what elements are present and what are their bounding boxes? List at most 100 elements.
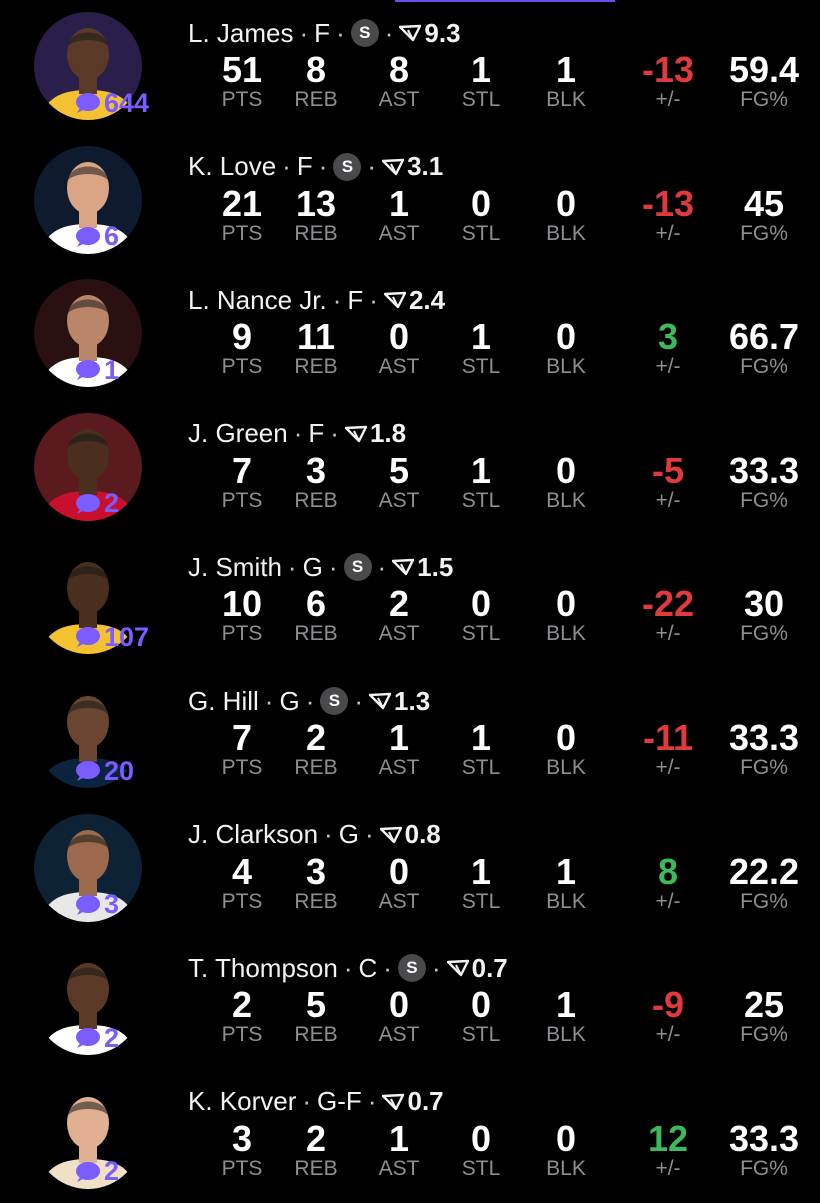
stat-pts-value: 4 bbox=[231, 850, 253, 892]
starter-badge: S bbox=[397, 954, 426, 983]
comment-bubble-icon bbox=[76, 1028, 100, 1049]
player-rating: 0.8 bbox=[379, 819, 441, 850]
stat-reb: 11 REB bbox=[276, 315, 356, 379]
stat-stl: 0 STL bbox=[441, 1117, 521, 1181]
stat-fg-value: 59.4 bbox=[728, 49, 800, 90]
stat-reb: 8 REB bbox=[276, 48, 356, 112]
stat-fg-label: FG% bbox=[740, 1156, 788, 1180]
comment-count[interactable]: 107 bbox=[74, 620, 149, 654]
player-row[interactable]: 644 L. James · F · S · 9.3 51 PTS 8 REB … bbox=[0, 0, 820, 134]
stat-pts: 51 PTS bbox=[202, 48, 282, 112]
stat-blk-label: BLK bbox=[546, 1156, 586, 1180]
player-row[interactable]: 6 K. Love · F · S · 3.1 21 PTS 13 REB 1 … bbox=[0, 134, 820, 268]
stat-ast-value: 0 bbox=[388, 984, 410, 1026]
comment-count[interactable]: 2 bbox=[74, 487, 119, 521]
stat-ast: 8 AST bbox=[359, 48, 439, 112]
stat-pts: 7 PTS bbox=[202, 449, 282, 513]
stat-blk: 1 BLK bbox=[526, 850, 606, 914]
comment-bubble-icon bbox=[76, 226, 100, 247]
stat-stl-label: STL bbox=[461, 355, 501, 379]
comment-count[interactable]: 1 bbox=[74, 353, 119, 387]
stat-ast-label: AST bbox=[378, 1023, 420, 1047]
player-header: L. James · F · S · 9.3 bbox=[188, 15, 461, 51]
stat-pts-value: 9 bbox=[231, 316, 253, 358]
stat-blk-label: BLK bbox=[546, 88, 586, 111]
stat-pm: -13 +/- bbox=[618, 182, 718, 246]
stat-pm: -13 +/- bbox=[618, 48, 718, 112]
player-row[interactable]: 2 T. Thompson · C · S · 0.7 2 PTS 5 REB … bbox=[0, 935, 820, 1069]
player-header: J. Clarkson · G · 0.8 bbox=[188, 817, 441, 853]
stat-reb-label: REB bbox=[294, 88, 338, 111]
comment-count[interactable]: 3 bbox=[74, 888, 119, 922]
player-row[interactable]: 107 J. Smith · G · S · 1.5 10 PTS 6 REB … bbox=[0, 534, 820, 668]
player-row[interactable]: 2 J. Green · F · 1.8 7 PTS 3 REB 5 AST 1… bbox=[0, 401, 820, 535]
rating-icon bbox=[344, 425, 367, 442]
stat-reb-value: 5 bbox=[305, 984, 327, 1026]
stat-pts-label: PTS bbox=[221, 1156, 263, 1180]
player-name: K. Korver bbox=[188, 1086, 297, 1117]
player-name: J. Clarkson bbox=[188, 819, 319, 850]
stat-pm: 8 +/- bbox=[618, 850, 718, 914]
stat-reb-label: REB bbox=[294, 1023, 338, 1047]
player-rating: 9.3 bbox=[399, 18, 461, 49]
comment-bubble-icon bbox=[76, 360, 100, 381]
stat-pts: 10 PTS bbox=[202, 582, 282, 646]
separator-dot: · bbox=[383, 952, 392, 983]
separator-dot: · bbox=[324, 819, 333, 850]
stat-stl: 0 STL bbox=[441, 983, 521, 1047]
stat-reb-value: 8 bbox=[305, 49, 327, 90]
stat-pm-value: -9 bbox=[651, 984, 684, 1026]
player-name: K. Love bbox=[188, 151, 277, 182]
stat-pm-value: -11 bbox=[642, 717, 694, 758]
stat-pm-value: 12 bbox=[647, 1117, 689, 1159]
player-row[interactable]: 1 L. Nance Jr. · F · 2.4 9 PTS 11 REB 0 … bbox=[0, 267, 820, 401]
stat-ast-label: AST bbox=[378, 355, 420, 379]
comment-count[interactable]: 6 bbox=[74, 220, 119, 254]
stat-ast: 2 AST bbox=[359, 582, 439, 646]
player-row[interactable]: 20 G. Hill · G · S · 1.3 7 PTS 2 REB 1 A… bbox=[0, 668, 820, 802]
separator-dot: · bbox=[318, 151, 328, 182]
player-header: K. Love · F · S · 3.1 bbox=[188, 149, 443, 185]
stat-pts-value: 10 bbox=[221, 583, 263, 625]
stat-reb-value: 11 bbox=[296, 316, 336, 358]
player-row[interactable]: 3 J. Clarkson · G · 0.8 4 PTS 3 REB 0 AS… bbox=[0, 802, 820, 936]
rating-icon bbox=[382, 1093, 405, 1110]
player-row[interactable]: 2 K. Korver · G-F · 0.7 3 PTS 2 REB 1 AS… bbox=[0, 1069, 820, 1203]
comment-count[interactable]: 2 bbox=[74, 1021, 119, 1055]
player-name: J. Green bbox=[188, 418, 288, 449]
stat-stl-label: STL bbox=[461, 88, 501, 111]
stat-blk-label: BLK bbox=[546, 1023, 586, 1047]
stat-pm: 12 +/- bbox=[618, 1117, 718, 1181]
comment-count[interactable]: 20 bbox=[74, 754, 134, 788]
stat-blk-label: BLK bbox=[546, 889, 586, 913]
stat-ast-value: 1 bbox=[388, 1117, 410, 1159]
stat-ast-value: 2 bbox=[388, 583, 410, 625]
stat-pm-value: 3 bbox=[657, 316, 679, 358]
stat-pm: -11 +/- bbox=[618, 716, 718, 780]
stat-fg-value: 45 bbox=[743, 182, 785, 224]
stat-pts-value: 7 bbox=[231, 449, 253, 491]
stat-blk: 0 BLK bbox=[526, 1117, 606, 1181]
stat-pm: -22 +/- bbox=[618, 582, 718, 646]
starter-badge: S bbox=[333, 152, 362, 181]
stat-reb: 6 REB bbox=[276, 582, 356, 646]
stat-ast: 5 AST bbox=[359, 449, 439, 513]
comment-count[interactable]: 2 bbox=[74, 1155, 119, 1189]
stat-reb-label: REB bbox=[294, 488, 338, 512]
stat-stl-value: 1 bbox=[470, 49, 492, 90]
stat-pm: 3 +/- bbox=[618, 315, 718, 379]
separator-dot: · bbox=[367, 151, 377, 182]
stat-ast: 1 AST bbox=[359, 716, 439, 780]
comment-count[interactable]: 644 bbox=[74, 86, 149, 120]
stat-pm: -5 +/- bbox=[618, 449, 718, 513]
player-header: J. Green · F · 1.8 bbox=[188, 416, 406, 452]
rating-icon bbox=[446, 959, 469, 977]
stat-ast: 0 AST bbox=[359, 315, 439, 379]
player-rating: 1.8 bbox=[344, 418, 406, 449]
separator-dot: · bbox=[377, 551, 387, 582]
stat-fg: 30 FG% bbox=[712, 582, 816, 646]
stat-blk-value: 0 bbox=[555, 583, 577, 625]
stat-stl-label: STL bbox=[461, 756, 501, 779]
stat-pm-value: -5 bbox=[651, 449, 684, 491]
stat-blk: 0 BLK bbox=[526, 315, 606, 379]
